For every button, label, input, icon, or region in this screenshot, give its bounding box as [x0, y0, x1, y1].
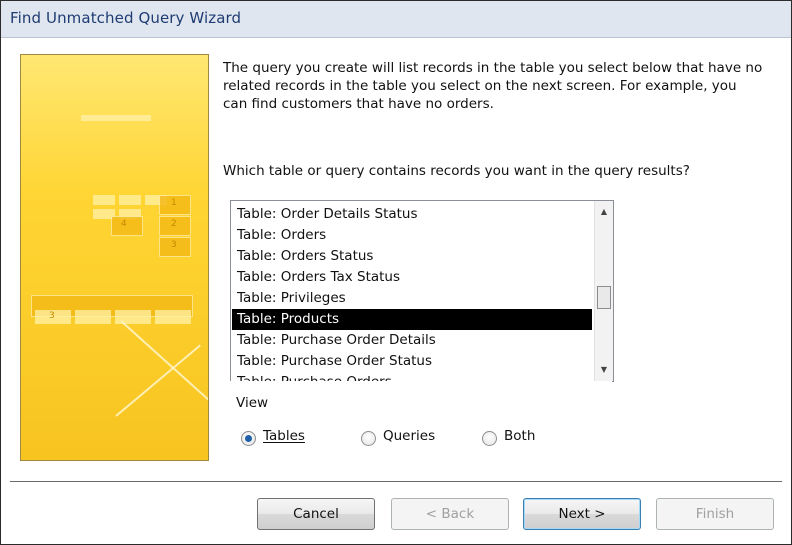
- art-block: [81, 115, 151, 121]
- radio-circle[interactable]: [361, 431, 376, 446]
- list-item[interactable]: Table: Orders: [232, 225, 592, 246]
- scroll-down-icon[interactable]: ▼: [595, 361, 613, 379]
- window-title: Find Unmatched Query Wizard: [10, 9, 242, 27]
- list-item[interactable]: Table: Orders Status: [232, 246, 592, 267]
- art-block: [119, 195, 141, 205]
- radio-circle[interactable]: [482, 431, 497, 446]
- radio-label-both[interactable]: Both: [504, 428, 535, 444]
- finish-button[interactable]: Finish: [656, 498, 774, 530]
- button-separator-highlight: [10, 482, 782, 483]
- view-label: View: [236, 395, 269, 411]
- art-number: 3: [49, 311, 55, 321]
- cancel-button[interactable]: Cancel: [257, 498, 375, 530]
- list-item[interactable]: Table: Products: [232, 309, 592, 330]
- art-number: 1: [171, 198, 177, 208]
- list-item[interactable]: Table: Purchase Order Details: [232, 330, 592, 351]
- list-item[interactable]: Table: Order Details Status: [232, 204, 592, 225]
- table-list-items: Table: Order Details Status Table: Orders…: [232, 204, 592, 381]
- next-button[interactable]: Next >: [523, 498, 641, 530]
- list-item[interactable]: Table: Orders Tax Status: [232, 267, 592, 288]
- art-block: [93, 195, 115, 205]
- wizard-description: The query you create will list records i…: [223, 60, 763, 112]
- art-block: [75, 310, 111, 324]
- list-scrollbar[interactable]: ▲ ▼: [594, 201, 613, 381]
- table-listbox[interactable]: Table: Order Details Status Table: Orders…: [230, 200, 614, 382]
- art-number: 3: [171, 240, 177, 250]
- radio-label-queries[interactable]: Queries: [383, 428, 435, 444]
- scroll-thumb[interactable]: [597, 286, 611, 310]
- wizard-dialog: Find Unmatched Query Wizard 1 2 3 4 3 Th…: [0, 0, 792, 545]
- wizard-illustration: 1 2 3 4 3: [20, 54, 209, 461]
- table-question: Which table or query contains records yo…: [223, 163, 690, 179]
- back-button[interactable]: < Back: [391, 498, 509, 530]
- radio-dot: [245, 435, 252, 442]
- art-number: 2: [171, 219, 177, 229]
- radio-label-tables[interactable]: Tables: [263, 428, 305, 444]
- view-group: View Tables Queries Both: [223, 381, 612, 463]
- art-block: [155, 310, 191, 324]
- list-item[interactable]: Table: Privileges: [232, 288, 592, 309]
- title-bar: Find Unmatched Query Wizard: [1, 1, 791, 38]
- art-line: [120, 320, 208, 409]
- art-block: [111, 216, 143, 236]
- art-number: 4: [121, 219, 127, 229]
- list-item[interactable]: Table: Purchase Order Status: [232, 351, 592, 372]
- scroll-up-icon[interactable]: ▲: [595, 203, 613, 221]
